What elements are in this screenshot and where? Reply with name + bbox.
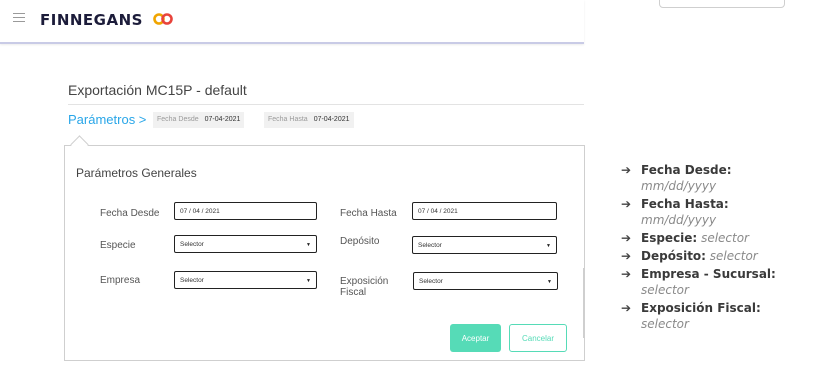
note-label: Fecha Desde: (641, 163, 732, 177)
note-item: ➔ Especie: selector (621, 230, 776, 246)
breadcrumb-parametros[interactable]: Parámetros > (68, 112, 146, 127)
exposicion-fiscal-select[interactable]: Selector ▼ (413, 272, 558, 290)
cancel-button[interactable]: Cancelar (509, 324, 567, 352)
label-exposicion-line1: Exposición (340, 276, 389, 287)
chip-fecha-hasta: Fecha Hasta 07-04-2021 (264, 112, 354, 128)
fecha-desde-value: 07 / 04 / 2021 (180, 208, 220, 215)
note-item: ➔ Empresa - Sucursal: selector (621, 266, 776, 298)
caret-down-icon: ▼ (306, 278, 311, 284)
chip-value: 07-04-2021 (313, 116, 350, 123)
chip-key: Fecha Hasta (268, 116, 308, 123)
panel-title: Parámetros Generales (76, 166, 197, 180)
fecha-hasta-value: 07 / 04 / 2021 (418, 208, 458, 215)
fecha-desde-input[interactable]: 07 / 04 / 2021 (174, 202, 317, 220)
note-label: Especie: (641, 231, 698, 245)
caret-down-icon: ▼ (547, 279, 552, 285)
arrow-right-icon: ➔ (621, 231, 632, 245)
note-label: Depósito: (641, 249, 706, 263)
note-item: ➔ Fecha Hasta: mm/dd/yyyy (621, 196, 776, 228)
arrow-right-icon: ➔ (621, 197, 632, 211)
panel-edge-line (583, 268, 584, 338)
field-notes-list: ➔ Fecha Desde: mm/dd/yyyy ➔ Fecha Hasta: mm/… (621, 162, 776, 334)
label-exposicion-line2: Fiscal (340, 287, 367, 298)
label-deposito: Depósito (340, 236, 380, 247)
label-fecha-hasta: Fecha Hasta (340, 208, 397, 219)
arrow-right-icon: ➔ (621, 249, 632, 263)
note-detail: selector (641, 317, 689, 331)
especie-select[interactable]: Selector ▼ (174, 235, 317, 253)
note-item: ➔ Fecha Desde: mm/dd/yyyy (621, 162, 776, 194)
brand-logo-icon (153, 13, 173, 25)
caret-down-icon: ▼ (306, 242, 311, 248)
brand-name: FINNEGANS (40, 11, 143, 29)
top-bar: FINNEGANS (0, 0, 584, 44)
note-detail: selector (709, 249, 758, 263)
chip-key: Fecha Desde (157, 116, 199, 123)
note-item: ➔ Exposición Fiscal: selector (621, 300, 776, 332)
empresa-select[interactable]: Selector ▼ (174, 271, 317, 289)
note-label: Empresa - Sucursal: (641, 267, 776, 281)
page-title: Exportación MC15P - default (68, 82, 247, 98)
note-label: Exposición Fiscal: (641, 301, 761, 315)
arrow-right-icon: ➔ (621, 301, 632, 315)
label-fecha-desde: Fecha Desde (100, 208, 160, 219)
top-right-control[interactable] (659, 0, 785, 8)
label-especie: Especie (100, 240, 136, 251)
note-item: ➔ Depósito: selector (621, 248, 776, 264)
label-empresa: Empresa (100, 275, 141, 286)
accept-button[interactable]: Aceptar (450, 324, 501, 352)
note-detail: mm/dd/yyyy (641, 179, 717, 193)
note-label: Fecha Hasta: (641, 197, 729, 211)
empresa-value: Selector (180, 277, 204, 284)
label-exposicion-fiscal: Exposición Fiscal (340, 276, 388, 298)
chip-fecha-desde: Fecha Desde 07-04-2021 (153, 112, 245, 128)
chip-value: 07-04-2021 (204, 116, 241, 123)
note-detail: selector (641, 283, 689, 297)
deposito-select[interactable]: Selector ▼ (412, 236, 557, 254)
note-detail: mm/dd/yyyy (641, 213, 717, 227)
parameters-panel: Parámetros Generales Fecha Desde 07 / 04… (64, 145, 585, 361)
note-detail: selector (701, 231, 749, 245)
arrow-right-icon: ➔ (621, 267, 632, 281)
title-divider (68, 104, 584, 105)
deposito-value: Selector (418, 242, 442, 249)
arrow-right-icon: ➔ (621, 163, 632, 177)
caret-down-icon: ▼ (546, 243, 551, 249)
exposicion-value: Selector (419, 278, 443, 285)
especie-value: Selector (180, 241, 204, 248)
fecha-hasta-input[interactable]: 07 / 04 / 2021 (412, 202, 557, 220)
hamburger-icon[interactable] (13, 13, 25, 23)
